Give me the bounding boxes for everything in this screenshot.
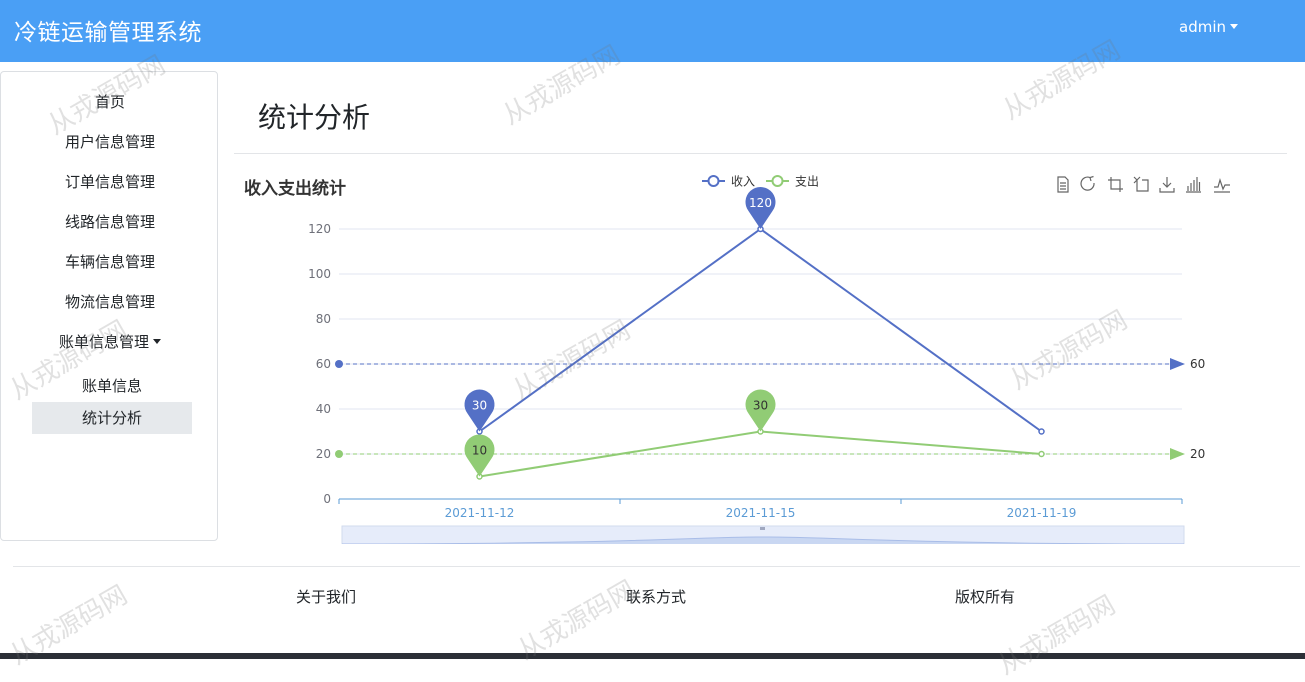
caret-down-icon [1230,24,1238,29]
mark-point-label: 30 [753,399,768,413]
x-tick-label: 2021-11-12 [445,506,515,520]
footer-link-contact[interactable]: 联系方式 [626,586,686,607]
average-line-label: 60 [1190,357,1205,371]
sidebar-item-routes[interactable]: 线路信息管理 [1,211,219,232]
save-image-icon[interactable] [1159,177,1175,193]
legend-label: 支出 [795,175,819,189]
data-point [1038,450,1045,458]
x-tick-label: 2021-11-15 [726,506,796,520]
user-menu[interactable]: admin [1179,18,1238,36]
legend-item-income[interactable]: 收入 [702,175,755,189]
chart-title: 收入支出统计 [244,178,346,199]
y-tick-label: 60 [316,357,331,371]
sidebar-item-home[interactable]: 首页 [1,91,219,112]
sidebar-item-logistics[interactable]: 物流信息管理 [1,291,219,312]
mark-point-label: 30 [472,399,487,413]
data-point [1038,428,1045,435]
data-zoom-slider[interactable] [341,525,1185,544]
sidebar-item-vehicles[interactable]: 车辆信息管理 [1,251,219,272]
zoom-icon[interactable] [1108,177,1123,192]
sidebar-item-orders[interactable]: 订单信息管理 [1,171,219,192]
sidebar-item-users[interactable]: 用户信息管理 [1,131,219,152]
y-tick-label: 40 [316,402,331,416]
legend-symbol [771,175,784,187]
top-navbar: 冷链运输管理系统 admin [0,0,1305,62]
sidebar-subitem-bills[interactable]: 账单信息 [32,370,192,402]
x-tick-label: 2021-11-19 [1007,506,1077,520]
y-tick-label: 0 [323,492,331,506]
bar-chart-icon[interactable] [1186,177,1201,193]
y-tick-label: 20 [316,447,331,461]
footer-link-about[interactable]: 关于我们 [296,586,356,607]
average-line-label: 20 [1190,447,1205,461]
plot-area: 0 20 40 60 80 100 120 2021-11-12 2021-11-15 2021-… [308,186,1205,520]
data-view-icon[interactable] [1057,176,1069,193]
taskbar-strip [0,653,1305,659]
user-name: admin [1179,18,1226,36]
app-title[interactable]: 冷链运输管理系统 [14,13,202,47]
sidebar-item-billing-label: 账单信息管理 [58,333,149,351]
average-line-arrow-icon [1170,358,1185,370]
restore-icon[interactable] [1080,175,1095,191]
legend-symbol [707,175,720,187]
y-tick-label: 100 [308,267,331,281]
footer-divider [13,566,1300,567]
sidebar-item-billing[interactable]: 账单信息管理 [1,331,219,352]
caret-down-icon [153,339,161,344]
slider-grip-icon [760,527,765,530]
footer-link-copyright[interactable]: 版权所有 [955,586,1015,607]
average-line-arrow-icon [1170,448,1185,460]
y-tick-label: 80 [316,312,331,326]
divider [234,153,1287,154]
chart-panel: 收入支出统计 收入 支出 0 20 40 60 80 100 120 2021-… [234,160,1294,544]
y-tick-label: 120 [308,222,331,236]
zoom-reset-icon[interactable] [1133,176,1149,192]
sidebar-subitem-statistics[interactable]: 统计分析 [32,402,192,434]
line-chart[interactable]: 收入支出统计 收入 支出 0204060801001202021-11-12 2… [234,160,1294,544]
line-chart-icon[interactable] [1214,177,1230,193]
mark-point-label: 120 [749,196,772,210]
legend-item-expense[interactable]: 支出 [766,175,819,189]
page-title: 统计分析 [258,101,371,134]
mark-point-label: 10 [472,444,487,458]
legend-label: 收入 [731,175,755,189]
sidebar: 首页 用户信息管理 订单信息管理 线路信息管理 车辆信息管理 物流信息管理 账单… [0,71,218,541]
